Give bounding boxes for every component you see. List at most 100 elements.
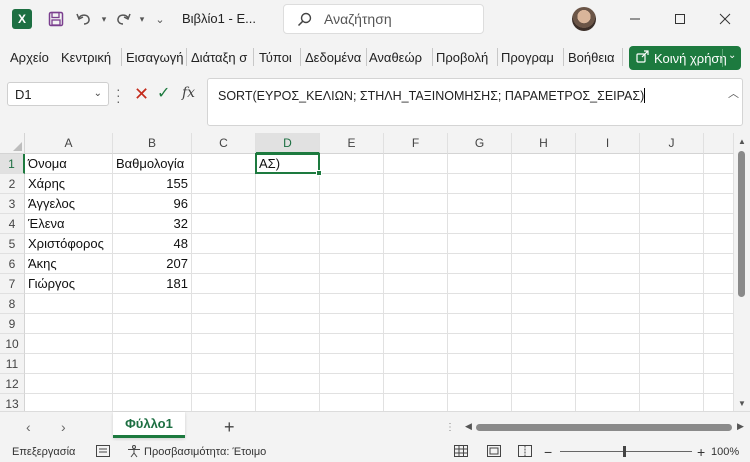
cell-g12[interactable] <box>448 374 512 394</box>
zoom-slider[interactable] <box>560 451 692 452</box>
cell-g9[interactable] <box>448 314 512 334</box>
cell-d6[interactable] <box>256 254 320 274</box>
tab-developer[interactable]: Προγραμ <box>501 50 560 65</box>
cell-partial[interactable] <box>704 174 734 194</box>
cell-i4[interactable] <box>576 214 640 234</box>
cell-d3[interactable] <box>256 194 320 214</box>
cell-a6[interactable]: Άκης <box>25 254 113 274</box>
accessibility-icon[interactable] <box>127 445 141 461</box>
tab-insert[interactable]: Εισαγωγή <box>126 50 183 65</box>
cell-a8[interactable] <box>25 294 113 314</box>
cell-partial[interactable] <box>704 234 734 254</box>
formula-input[interactable]: SORT(ΕΥΡΟΣ_ΚΕΛΙΩΝ; ΣΤΗΛΗ_ΤΑΞΙΝΟΜΗΣΗΣ; ΠΑ… <box>207 78 743 126</box>
cell-c12[interactable] <box>192 374 256 394</box>
cell-a7[interactable]: Γιώργος <box>25 274 113 294</box>
cell-c8[interactable] <box>192 294 256 314</box>
vertical-scrollbar[interactable]: ▲ ▼ <box>734 133 750 411</box>
cell-c4[interactable] <box>192 214 256 234</box>
cell-partial[interactable] <box>704 394 734 411</box>
document-title[interactable]: Βιβλίο1 - Ε... <box>182 11 256 26</box>
cell-e3[interactable] <box>320 194 384 214</box>
column-header-d[interactable]: D <box>256 133 320 154</box>
cell-d9[interactable] <box>256 314 320 334</box>
cell-b3[interactable]: 96 <box>113 194 192 214</box>
cell-h12[interactable] <box>512 374 576 394</box>
tab-view[interactable]: Προβολή <box>436 50 494 65</box>
minimize-icon[interactable] <box>624 8 646 30</box>
tab-data[interactable]: Δεδομένα <box>305 50 363 65</box>
row-header-4[interactable]: 4 <box>0 214 25 234</box>
share-button[interactable]: Κοινή χρήση ⌄ <box>629 46 741 70</box>
cell-a4[interactable]: Έλενα <box>25 214 113 234</box>
cell-d8[interactable] <box>256 294 320 314</box>
row-header-13[interactable]: 13 <box>0 394 25 411</box>
cell-f12[interactable] <box>384 374 448 394</box>
cell-i10[interactable] <box>576 334 640 354</box>
cell-f11[interactable] <box>384 354 448 374</box>
scroll-right-icon[interactable]: ▶ <box>737 421 744 432</box>
cell-h11[interactable] <box>512 354 576 374</box>
close-icon[interactable] <box>714 8 736 30</box>
cell-c9[interactable] <box>192 314 256 334</box>
tab-file[interactable]: Αρχείο <box>10 50 49 65</box>
row-header-2[interactable]: 2 <box>0 174 25 194</box>
cell-b13[interactable] <box>113 394 192 411</box>
maximize-icon[interactable] <box>669 8 691 30</box>
zoom-out-icon[interactable]: − <box>544 444 552 460</box>
cell-f13[interactable] <box>384 394 448 411</box>
cell-h3[interactable] <box>512 194 576 214</box>
scroll-down-icon[interactable]: ▼ <box>738 399 746 408</box>
row-header-1[interactable]: 1 <box>0 154 25 174</box>
cell-a3[interactable]: Άγγελος <box>25 194 113 214</box>
cell-c5[interactable] <box>192 234 256 254</box>
customize-toolbar-chevron-icon[interactable]: ⌄ <box>150 9 170 29</box>
column-header-g[interactable]: G <box>448 133 512 154</box>
cell-f1[interactable] <box>384 154 448 174</box>
cell-c2[interactable] <box>192 174 256 194</box>
tab-review[interactable]: Αναθεώρ <box>369 50 430 65</box>
cell-j2[interactable] <box>640 174 704 194</box>
cell-a5[interactable]: Χριστόφορος <box>25 234 113 254</box>
cell-a12[interactable] <box>25 374 113 394</box>
cell-b2[interactable]: 155 <box>113 174 192 194</box>
row-header-7[interactable]: 7 <box>0 274 25 294</box>
cell-g6[interactable] <box>448 254 512 274</box>
page-break-view-icon[interactable] <box>518 445 532 460</box>
cell-j3[interactable] <box>640 194 704 214</box>
cell-partial[interactable] <box>704 194 734 214</box>
cell-g13[interactable] <box>448 394 512 411</box>
column-header-h[interactable]: H <box>512 133 576 154</box>
cell-b9[interactable] <box>113 314 192 334</box>
previous-sheet-icon[interactable]: ‹ <box>26 419 31 435</box>
save-icon[interactable] <box>46 9 66 29</box>
cell-g5[interactable] <box>448 234 512 254</box>
cell-partial[interactable] <box>704 274 734 294</box>
cell-j13[interactable] <box>640 394 704 411</box>
column-header-a[interactable]: A <box>25 133 113 154</box>
page-layout-view-icon[interactable] <box>487 445 501 460</box>
cell-j5[interactable] <box>640 234 704 254</box>
redo-icon[interactable] <box>113 9 133 29</box>
cell-e9[interactable] <box>320 314 384 334</box>
cancel-icon[interactable]: ✕ <box>134 85 149 103</box>
zoom-slider-thumb[interactable] <box>623 446 626 457</box>
cell-f10[interactable] <box>384 334 448 354</box>
name-box[interactable]: D1 ⌄ <box>7 82 109 106</box>
cell-b12[interactable] <box>113 374 192 394</box>
name-box-dropdown-icon[interactable]: ⌄ <box>94 88 102 99</box>
row-header-6[interactable]: 6 <box>0 254 25 274</box>
cell-f8[interactable] <box>384 294 448 314</box>
column-header-e[interactable]: E <box>320 133 384 154</box>
cell-a10[interactable] <box>25 334 113 354</box>
workbook-statistics-icon[interactable] <box>96 445 110 460</box>
cell-i11[interactable] <box>576 354 640 374</box>
cell-i3[interactable] <box>576 194 640 214</box>
cell-d11[interactable] <box>256 354 320 374</box>
horizontal-scroll-thumb[interactable] <box>476 424 732 431</box>
cell-j7[interactable] <box>640 274 704 294</box>
column-header-b[interactable]: B <box>113 133 192 154</box>
cell-b10[interactable] <box>113 334 192 354</box>
cell-h1[interactable] <box>512 154 576 174</box>
cell-i6[interactable] <box>576 254 640 274</box>
cell-h2[interactable] <box>512 174 576 194</box>
